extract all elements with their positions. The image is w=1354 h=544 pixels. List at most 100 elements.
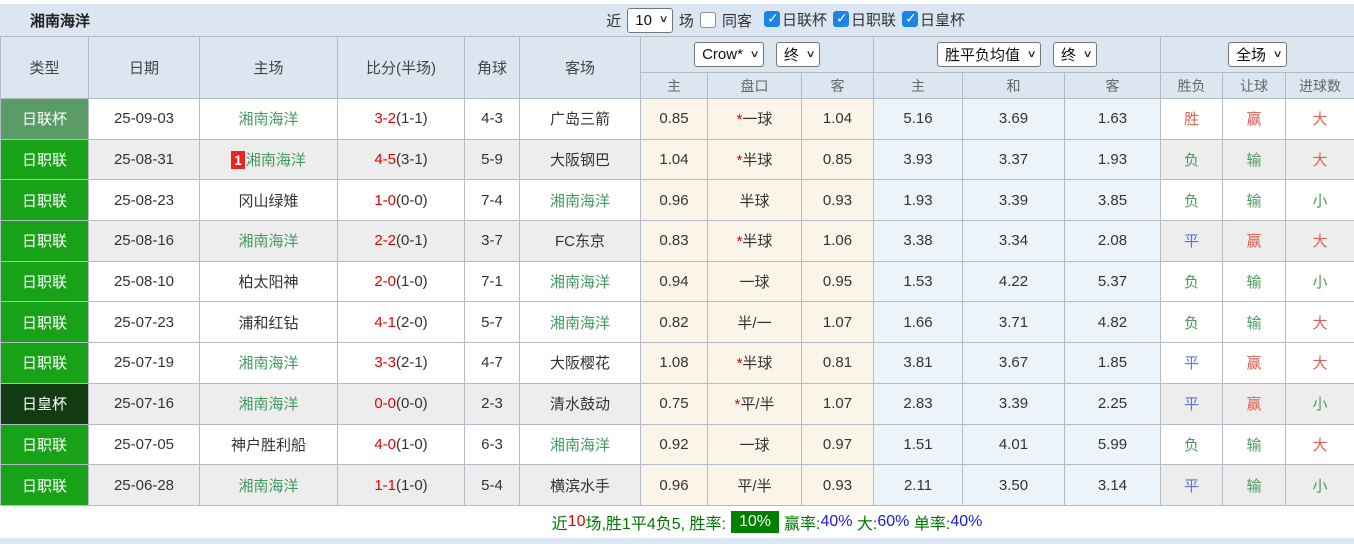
corner-cell: 2-3 xyxy=(465,383,520,424)
odds-away-cell: 0.93 xyxy=(802,465,874,506)
odds-source-select[interactable]: Crow* ∨ Crow* xyxy=(694,42,764,67)
avg-draw-cell: 4.01 xyxy=(963,424,1065,465)
avg-away-cell: 3.14 xyxy=(1065,465,1161,506)
summary-text: 40% xyxy=(820,513,852,531)
away-team-name: 湘南海洋 xyxy=(550,437,610,454)
top-bar: 湘南海洋 近 10 ∨ 10 场 同客 日联杯日职联日皇杯 xyxy=(0,4,1354,36)
halftime-score: (0-1) xyxy=(396,232,428,249)
win-rate-badge: 10% xyxy=(731,511,779,533)
away-team-name: 湘南海洋 xyxy=(550,274,610,291)
halftime-score: (2-0) xyxy=(396,314,428,331)
corner-cell: 6-3 xyxy=(465,424,520,465)
table-row: 日职联25-08-311湘南海洋4-5(3-1)5-9大阪钢巴1.04*半球0.… xyxy=(1,139,1354,180)
result-wdl-cell: 负 xyxy=(1161,139,1223,180)
avg-odds-select[interactable]: 胜平负均值 ∨ 胜平负均值 xyxy=(937,42,1041,67)
handicap-cell: 半/一 xyxy=(708,302,802,343)
avg-draw-cell: 3.39 xyxy=(963,383,1065,424)
halftime-score: (1-1) xyxy=(396,110,428,127)
avg-draw-cell: 4.22 xyxy=(963,261,1065,302)
col-away-header: 客场 xyxy=(520,37,641,99)
match-stats-page: 湘南海洋 近 10 ∨ 10 场 同客 日联杯日职联日皇杯 类型 日期 主场 xyxy=(0,0,1354,544)
score-cell: 1-0(0-0) xyxy=(338,180,465,221)
avg-away-cell: 4.82 xyxy=(1065,302,1161,343)
fulltime-score: 1-0 xyxy=(374,192,396,209)
avg-home-cell: 3.81 xyxy=(874,343,963,384)
handicap-star: * xyxy=(737,111,743,128)
result-handicap-cell: 输 xyxy=(1223,261,1286,302)
league-checkbox-2[interactable] xyxy=(902,11,918,27)
summary-text: 10 xyxy=(568,513,586,531)
odds-home-cell: 1.08 xyxy=(641,343,708,384)
match-date-cell: 25-07-19 xyxy=(89,343,200,384)
avg-away-cell: 5.37 xyxy=(1065,261,1161,302)
away-team-cell: 广岛三箭 xyxy=(520,99,641,140)
corner-cell: 5-7 xyxy=(465,302,520,343)
match-date-cell: 25-08-31 xyxy=(89,139,200,180)
away-team-name: 湘南海洋 xyxy=(550,193,610,210)
result-wdl-subheader: 胜负 xyxy=(1161,73,1223,99)
result-goals-cell: 大 xyxy=(1286,302,1354,343)
table-row: 日职联25-08-23冈山绿雉1-0(0-0)7-4湘南海洋0.96半球0.93… xyxy=(1,180,1354,221)
halftime-score: (3-1) xyxy=(396,151,428,168)
same-away-checkbox[interactable] xyxy=(700,12,716,28)
odds-home-subheader: 主 xyxy=(641,73,708,99)
fulltime-score: 4-5 xyxy=(374,151,396,168)
halftime-score: (1-0) xyxy=(396,273,428,290)
odds-away-cell: 0.81 xyxy=(802,343,874,384)
away-team-cell: 湘南海洋 xyxy=(520,302,641,343)
handicap-cell: 半球 xyxy=(708,180,802,221)
match-date-cell: 25-07-16 xyxy=(89,383,200,424)
handicap-star: * xyxy=(737,152,743,169)
away-team-cell: 大阪钢巴 xyxy=(520,139,641,180)
league-filter-item: 日皇杯 xyxy=(902,9,965,30)
table-row: 日职联25-07-23浦和红钻4-1(2-0)5-7湘南海洋0.82半/一1.0… xyxy=(1,302,1354,343)
avg-home-cell: 2.11 xyxy=(874,465,963,506)
league-checkbox-1[interactable] xyxy=(833,11,849,27)
col-score-header: 比分(半场) xyxy=(338,37,465,99)
result-wdl-cell: 负 xyxy=(1161,261,1223,302)
filter-controls: 近 10 ∨ 10 场 同客 日联杯日职联日皇杯 xyxy=(600,8,965,33)
match-type-cell: 日职联 xyxy=(1,261,89,302)
match-date-cell: 25-08-16 xyxy=(89,221,200,262)
odds-home-cell: 0.96 xyxy=(641,465,708,506)
result-wdl-cell: 平 xyxy=(1161,383,1223,424)
home-team-cell: 冈山绿雉 xyxy=(200,180,338,221)
league-filter-item: 日职联 xyxy=(833,9,896,30)
handicap-cell: *半球 xyxy=(708,139,802,180)
result-scope-select[interactable]: 全场 ∨ 全场 xyxy=(1228,42,1287,67)
summary-text: 场,胜1平4负5, 胜率: xyxy=(585,510,725,534)
result-wdl-cell: 负 xyxy=(1161,424,1223,465)
result-wdl-cell: 平 xyxy=(1161,465,1223,506)
table-header: 类型 日期 主场 比分(半场) 角球 客场 Crow* ∨ Crow* 终 xyxy=(1,37,1354,99)
odds-group-header: Crow* ∨ Crow* 终 ∨ 终 xyxy=(641,37,874,73)
home-team-name: 湘南海洋 xyxy=(238,355,298,372)
result-goals-cell: 小 xyxy=(1286,465,1354,506)
avg-away-cell: 2.08 xyxy=(1065,221,1161,262)
match-type-cell: 日职联 xyxy=(1,221,89,262)
home-team-name: 浦和红钻 xyxy=(238,315,298,332)
league-checkbox-0[interactable] xyxy=(764,11,780,27)
odds-away-cell: 0.85 xyxy=(802,139,874,180)
match-type-cell: 日职联 xyxy=(1,302,89,343)
handicap-star: * xyxy=(734,396,740,413)
home-team-cell: 湘南海洋 xyxy=(200,221,338,262)
odds-away-subheader: 客 xyxy=(802,73,874,99)
match-type-cell: 日联杯 xyxy=(1,99,89,140)
corner-cell: 4-3 xyxy=(465,99,520,140)
odds-home-cell: 0.82 xyxy=(641,302,708,343)
result-goals-cell: 大 xyxy=(1286,343,1354,384)
odds-home-cell: 0.83 xyxy=(641,221,708,262)
avg-time-select[interactable]: 终 ∨ 终 xyxy=(1053,42,1097,67)
handicap-cell: 平/半 xyxy=(708,465,802,506)
result-goals-cell: 大 xyxy=(1286,221,1354,262)
avg-away-cell: 5.99 xyxy=(1065,424,1161,465)
odds-time-select[interactable]: 终 ∨ 终 xyxy=(776,42,820,67)
away-team-cell: 清水鼓动 xyxy=(520,383,641,424)
avg-draw-cell: 3.71 xyxy=(963,302,1065,343)
score-cell: 4-5(3-1) xyxy=(338,139,465,180)
corner-cell: 4-7 xyxy=(465,343,520,384)
home-team-cell: 湘南海洋 xyxy=(200,465,338,506)
result-wdl-cell: 负 xyxy=(1161,302,1223,343)
match-count-select[interactable]: 10 ∨ 10 xyxy=(627,8,673,33)
home-team-cell: 浦和红钻 xyxy=(200,302,338,343)
